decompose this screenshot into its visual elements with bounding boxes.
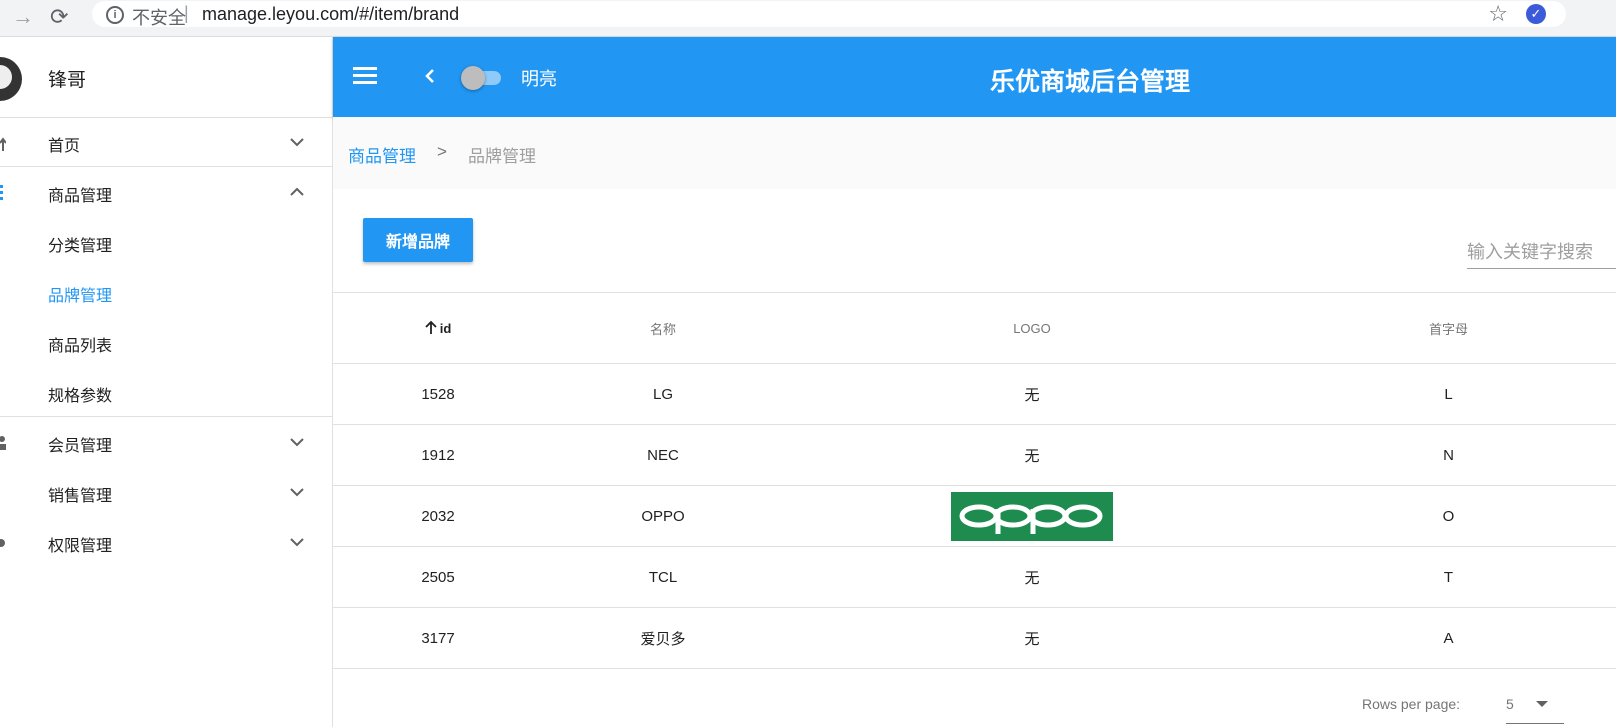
rows-per-page-select[interactable] (1506, 693, 1564, 724)
column-header-label: id (439, 320, 452, 336)
sidebar: 锋哥 首页 商品管理 分类管理 品牌管理 商品列表 规格参数 会员管理 销售管理… (0, 37, 333, 727)
sidebar-item-home[interactable]: 首页 (0, 117, 332, 167)
table-row: 2032 OPPO O (333, 485, 1616, 547)
cell-name: LG (543, 363, 783, 425)
cell-name: 爱贝多 (543, 607, 783, 669)
column-header-label: LOGO (1013, 320, 1051, 336)
sidebar-item-label: 销售管理 (48, 488, 113, 505)
rows-per-page-label: Rows per page: (1362, 696, 1461, 712)
sidebar-item-brand[interactable]: 品牌管理 (0, 267, 332, 317)
username: 锋哥 (48, 70, 87, 91)
menu-icon[interactable] (353, 67, 377, 85)
info-icon[interactable]: i (106, 6, 124, 24)
url-text[interactable]: manage.leyou.com/#/item/brand (202, 4, 459, 25)
chevron-down-icon[interactable] (288, 133, 306, 151)
sidebar-item-permissions[interactable]: 权限管理 (0, 517, 332, 567)
rows-per-page-value[interactable]: 5 (1506, 696, 1514, 712)
app-title: 乐优商城后台管理 (990, 68, 1191, 96)
sidebar-item-members[interactable]: 会员管理 (0, 417, 332, 467)
cell-id: 1912 (333, 424, 543, 486)
breadcrumb: 商品管理 > 品牌管理 (333, 117, 1616, 189)
chevron-down-icon[interactable] (288, 483, 306, 501)
column-header-label: 名称 (649, 321, 676, 337)
column-header-logo[interactable]: LOGO (783, 292, 1281, 364)
gear-icon (0, 539, 5, 547)
sidebar-item-spec[interactable]: 规格参数 (0, 367, 332, 417)
cell-letter: T (1281, 546, 1616, 608)
sidebar-item-label: 商品列表 (48, 338, 113, 355)
sidebar-item-goods-list[interactable]: 商品列表 (0, 317, 332, 367)
table-row: 2505 TCL 无 T (333, 546, 1616, 608)
cell-name: TCL (543, 546, 783, 608)
sidebar-item-category[interactable]: 分类管理 (0, 217, 332, 267)
cell-letter: O (1281, 485, 1616, 547)
sidebar-item-label: 商品管理 (48, 188, 113, 205)
sidebar-item-label: 品牌管理 (48, 288, 113, 305)
cell-id: 2032 (333, 485, 543, 547)
column-header-letter[interactable]: 首字母 (1281, 292, 1616, 364)
chevron-left-icon[interactable] (421, 66, 439, 86)
search-input[interactable] (1467, 236, 1616, 269)
reload-icon[interactable]: ⟳ (50, 4, 68, 30)
brand-table: id 名称 LOGO 首字母 1528 LG 无 L 1912 NEC 无 N … (333, 292, 1616, 669)
cell-logo: 无 (783, 424, 1281, 486)
security-label: 不安全 (132, 8, 186, 28)
address-bar[interactable]: i 不安全 | manage.leyou.com/#/item/brand ☆ … (92, 1, 1566, 28)
cell-logo: 无 (783, 546, 1281, 608)
breadcrumb-current: 品牌管理 (468, 147, 536, 166)
user-profile: 锋哥 (0, 37, 332, 118)
oppo-logo-mark (959, 504, 1103, 534)
forward-arrow-icon[interactable]: → (12, 4, 34, 30)
cell-letter: L (1281, 363, 1616, 425)
cell-letter: A (1281, 607, 1616, 669)
sidebar-item-goods[interactable]: 商品管理 (0, 167, 332, 217)
table-row: 1912 NEC 无 N (333, 424, 1616, 486)
browser-toolbar: → ⟳ i 不安全 | manage.leyou.com/#/item/bran… (0, 0, 1616, 37)
cell-logo: 无 (783, 607, 1281, 669)
sidebar-item-label: 权限管理 (48, 538, 113, 555)
table-row: 3177 爱贝多 无 A (333, 607, 1616, 669)
theme-toggle[interactable] (461, 65, 505, 90)
oppo-logo-image (951, 491, 1113, 541)
home-icon (0, 137, 6, 151)
cell-id: 2505 (333, 546, 543, 608)
arrow-up-icon (425, 320, 437, 334)
chevron-down-icon[interactable] (288, 433, 306, 451)
sidebar-item-sales[interactable]: 销售管理 (0, 467, 332, 517)
cell-logo: 无 (783, 363, 1281, 425)
toggle-label: 明亮 (521, 69, 557, 89)
person-icon (0, 436, 6, 450)
cell-id: 1528 (333, 363, 543, 425)
avatar (0, 57, 22, 101)
breadcrumb-parent[interactable]: 商品管理 (348, 142, 416, 167)
column-header-label: 首字母 (1428, 321, 1468, 337)
column-header-name[interactable]: 名称 (543, 292, 783, 364)
cell-name: NEC (543, 424, 783, 486)
bookmark-star-icon[interactable]: ☆ (1488, 1, 1508, 27)
column-header-id[interactable]: id (333, 292, 543, 364)
dropdown-caret-icon[interactable] (1536, 701, 1548, 707)
chevron-down-icon[interactable] (288, 533, 306, 551)
sidebar-item-label: 分类管理 (48, 238, 113, 255)
extension-icon[interactable]: ✓ (1526, 4, 1546, 24)
address-separator: | (184, 3, 189, 23)
cell-id: 3177 (333, 607, 543, 669)
cell-letter: N (1281, 424, 1616, 486)
table-row: 1528 LG 无 L (333, 363, 1616, 425)
list-icon (0, 185, 3, 200)
sidebar-item-label: 规格参数 (48, 388, 113, 405)
table-header-row: id 名称 LOGO 首字母 (333, 292, 1616, 364)
cell-name: OPPO (543, 485, 783, 547)
sidebar-item-label: 首页 (48, 138, 81, 155)
breadcrumb-separator: > (437, 142, 447, 161)
add-brand-button[interactable]: 新增品牌 (363, 218, 473, 262)
sidebar-item-label: 会员管理 (48, 438, 113, 455)
chevron-up-icon[interactable] (288, 183, 306, 201)
toggle-thumb[interactable] (461, 66, 485, 90)
app-bar: 明亮 乐优商城后台管理 (333, 37, 1616, 117)
cell-logo (783, 485, 1281, 547)
